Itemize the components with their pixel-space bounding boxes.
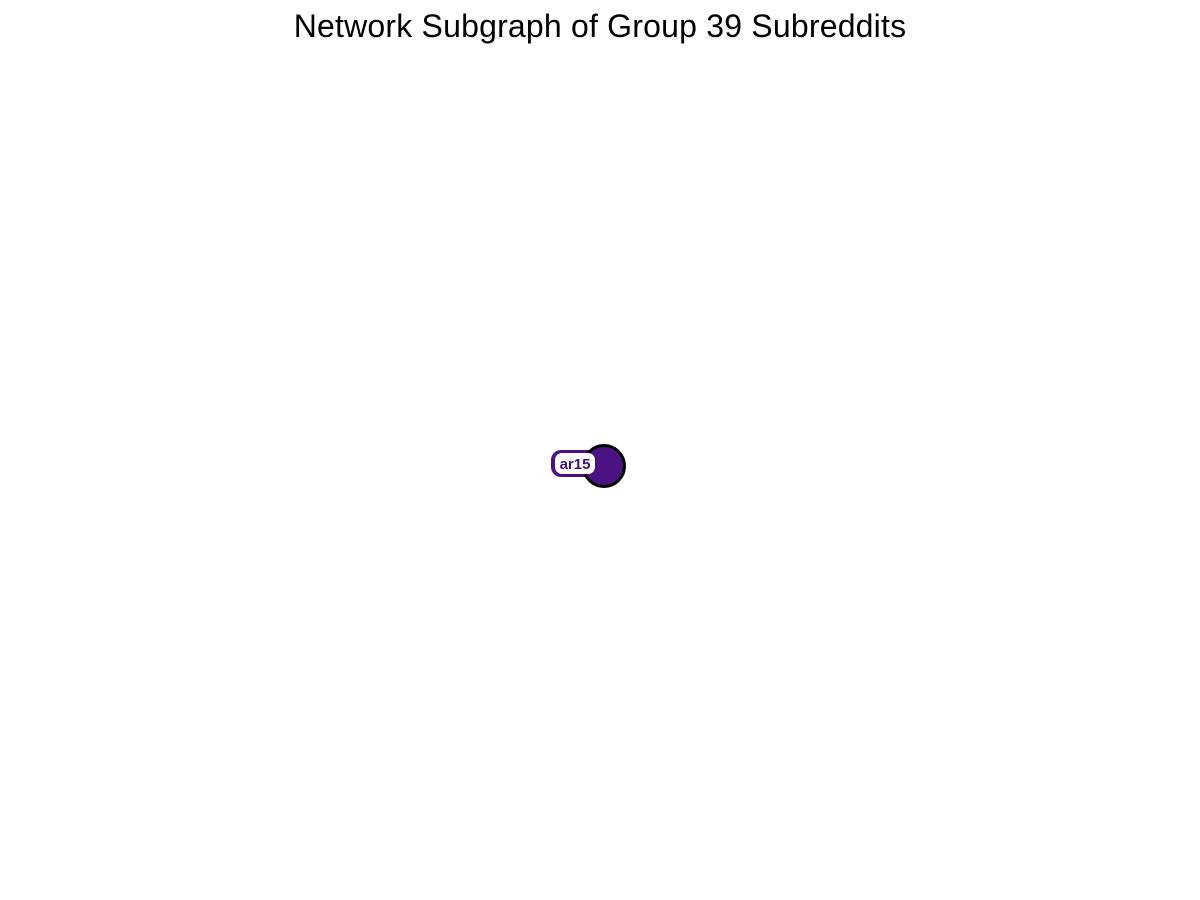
- network-graph: ar15: [551, 444, 626, 488]
- node-label: ar15: [560, 456, 591, 473]
- graph-node-ar15[interactable]: ar15: [551, 444, 626, 488]
